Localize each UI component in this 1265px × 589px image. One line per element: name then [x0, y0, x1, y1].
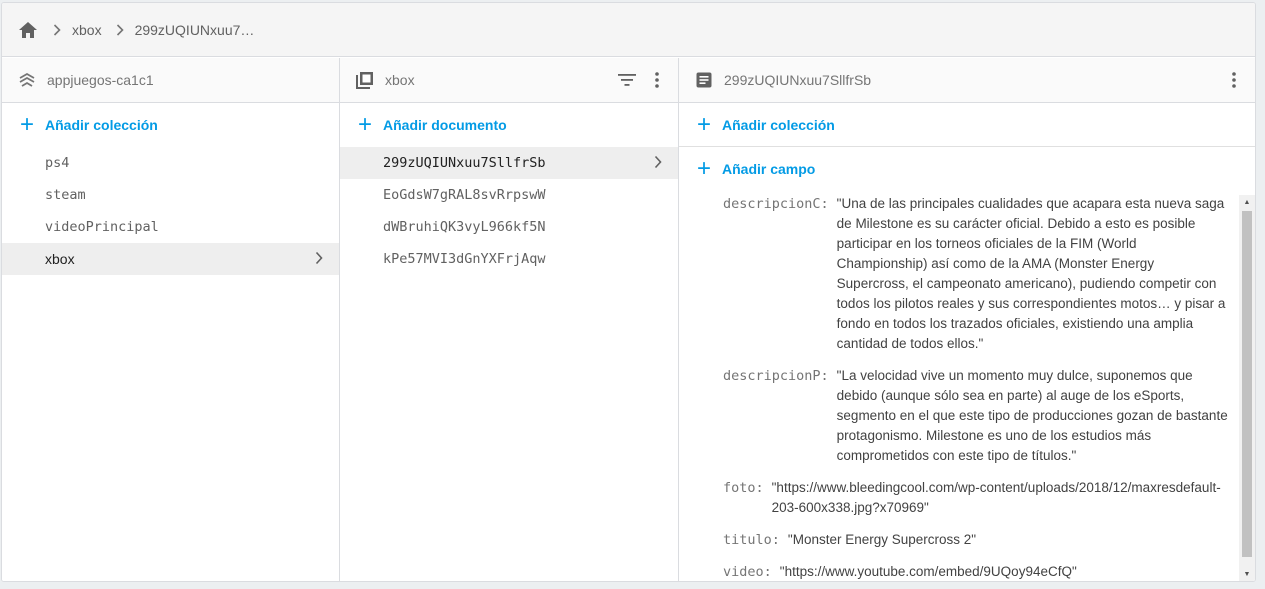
field-key: foto:: [723, 480, 764, 496]
plus-icon: +: [19, 111, 34, 138]
collection-panel: xbox + Añadir documento 299zUQIUNxuu7Sll…: [340, 58, 679, 581]
field-key: video:: [723, 564, 772, 580]
field-value: "Una de las principales cualidades que a…: [836, 196, 1226, 351]
more-vert-icon[interactable]: [646, 69, 668, 91]
add-document-button[interactable]: + Añadir documento: [340, 103, 678, 147]
chevron-right-icon: [53, 23, 61, 36]
root-panel: appjuegos-ca1c1 + Añadir colección ps4 s…: [2, 58, 340, 581]
collection-item[interactable]: videoPrincipal: [2, 211, 339, 243]
document-panel: 299zUQIUNxuu7SllfrSb + Añadir colección …: [679, 58, 1255, 581]
collection-item-label: steam: [45, 187, 86, 203]
collection-header: xbox: [340, 58, 678, 103]
breadcrumb-collection[interactable]: xbox: [72, 22, 102, 38]
add-field-button[interactable]: + Añadir campo: [679, 147, 1255, 191]
chevron-right-icon: [315, 251, 323, 269]
field-row[interactable]: descripcionC: "Una de las principales cu…: [723, 194, 1229, 354]
field-row[interactable]: descripcionP: "La velocidad vive un mome…: [723, 366, 1229, 466]
field-value: "https://www.bleedingcool.com/wp-content…: [771, 480, 1221, 515]
document-item[interactable]: dWBruhiQK3vyL966kf5N: [340, 211, 678, 243]
root-header: appjuegos-ca1c1: [2, 58, 339, 103]
collection-item-label: videoPrincipal: [45, 219, 159, 235]
document-item-selected[interactable]: 299zUQIUNxuu7SllfrSb: [340, 147, 678, 179]
plus-icon: +: [357, 111, 372, 138]
collection-item[interactable]: ps4: [2, 147, 339, 179]
document-item-label: EoGdsW7gRAL8svRrpswW: [383, 187, 546, 203]
database-icon: [17, 70, 37, 90]
document-icon: [694, 70, 714, 90]
scroll-up-icon[interactable]: ▲: [1239, 195, 1255, 209]
chevron-right-icon: [654, 155, 662, 173]
field-value: "La velocidad vive un momento muy dulce,…: [836, 368, 1228, 463]
plus-icon: +: [696, 155, 711, 182]
add-field-label: Añadir campo: [722, 161, 816, 177]
more-vert-icon[interactable]: [1223, 69, 1245, 91]
scrollbar-thumb[interactable]: [1242, 211, 1252, 557]
document-item[interactable]: EoGdsW7gRAL8svRrpswW: [340, 179, 678, 211]
document-list: 299zUQIUNxuu7SllfrSb EoGdsW7gRAL8svRrpsw…: [340, 147, 678, 275]
add-collection-label: Añadir colección: [45, 117, 158, 133]
field-row[interactable]: foto: "https://www.bleedingcool.com/wp-c…: [723, 478, 1229, 518]
field-list: descripcionC: "Una de las principales cu…: [679, 194, 1239, 581]
document-id: 299zUQIUNxuu7SllfrSb: [724, 72, 872, 88]
collection-item-label: ps4: [45, 155, 70, 171]
document-header: 299zUQIUNxuu7SllfrSb: [679, 58, 1255, 103]
field-value: "https://www.youtube.com/embed/9UQoy94eC…: [779, 564, 1077, 579]
document-item-label: kPe57MVI3dGnYXFrjAqw: [383, 251, 546, 267]
firestore-browser: xbox 299zUQIUNxuu7… appjuegos-ca1c1 + Añ…: [1, 2, 1256, 582]
scroll-down-icon[interactable]: ▼: [1239, 567, 1255, 581]
chevron-right-icon: [116, 23, 124, 36]
breadcrumb: xbox 299zUQIUNxuu7…: [2, 3, 1255, 57]
add-subcollection-label: Añadir colección: [722, 116, 835, 133]
collection-name: xbox: [385, 72, 415, 88]
filter-icon[interactable]: [616, 69, 638, 91]
collection-item-selected[interactable]: xbox: [2, 243, 339, 275]
plus-icon: +: [696, 110, 711, 138]
field-row[interactable]: titulo: "Monster Energy Supercross 2": [723, 530, 1229, 550]
collection-item[interactable]: steam: [2, 179, 339, 211]
add-document-label: Añadir documento: [383, 117, 507, 133]
add-collection-button[interactable]: + Añadir colección: [2, 103, 339, 147]
project-name: appjuegos-ca1c1: [47, 72, 154, 88]
document-item-label: 299zUQIUNxuu7SllfrSb: [383, 155, 546, 171]
collection-item-label: xbox: [45, 251, 75, 267]
collection-list: ps4 steam videoPrincipal xbox: [2, 147, 339, 275]
collection-icon: [355, 70, 375, 90]
breadcrumb-document[interactable]: 299zUQIUNxuu7…: [135, 22, 255, 38]
home-icon[interactable]: [17, 19, 39, 41]
field-row[interactable]: video: "https://www.youtube.com/embed/9U…: [723, 562, 1229, 581]
field-value: "Monster Energy Supercross 2": [787, 532, 977, 547]
add-subcollection-button[interactable]: + Añadir colección: [679, 103, 1255, 147]
document-item-label: dWBruhiQK3vyL966kf5N: [383, 219, 546, 235]
document-item[interactable]: kPe57MVI3dGnYXFrjAqw: [340, 243, 678, 275]
field-key: descripcionP:: [723, 368, 829, 384]
vertical-scrollbar[interactable]: ▲ ▼: [1239, 195, 1255, 581]
field-key: descripcionC:: [723, 196, 829, 212]
field-key: titulo:: [723, 532, 780, 548]
